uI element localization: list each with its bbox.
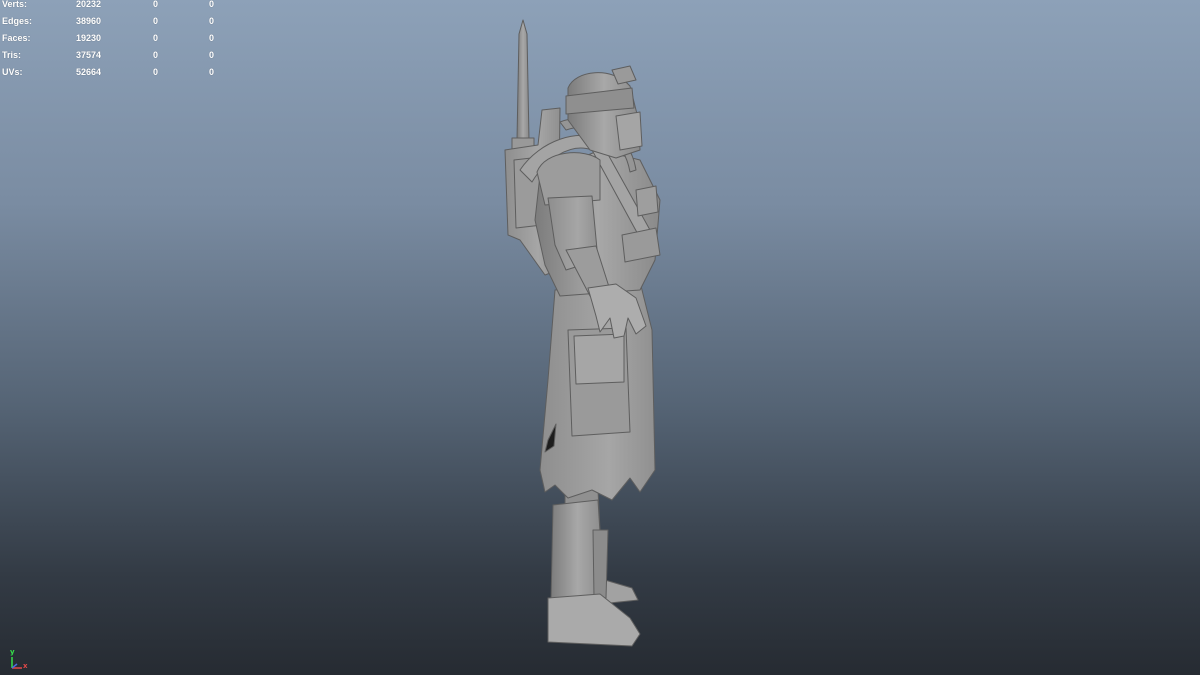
chest-valve bbox=[635, 185, 659, 217]
face-mask bbox=[615, 111, 643, 151]
pouch-flap bbox=[573, 333, 625, 385]
view-axis-gizmo-icon: y x bbox=[6, 648, 32, 672]
front-boot bbox=[547, 593, 641, 647]
axis-y-label: y bbox=[10, 648, 15, 656]
leg-strap bbox=[592, 529, 609, 599]
character-model[interactable] bbox=[0, 0, 1200, 675]
antenna bbox=[516, 19, 530, 141]
axis-x-label: x bbox=[23, 662, 28, 670]
perspective-viewport[interactable]: Verts: 20232 0 0 Edges: 38960 0 0 Faces:… bbox=[0, 0, 1200, 675]
